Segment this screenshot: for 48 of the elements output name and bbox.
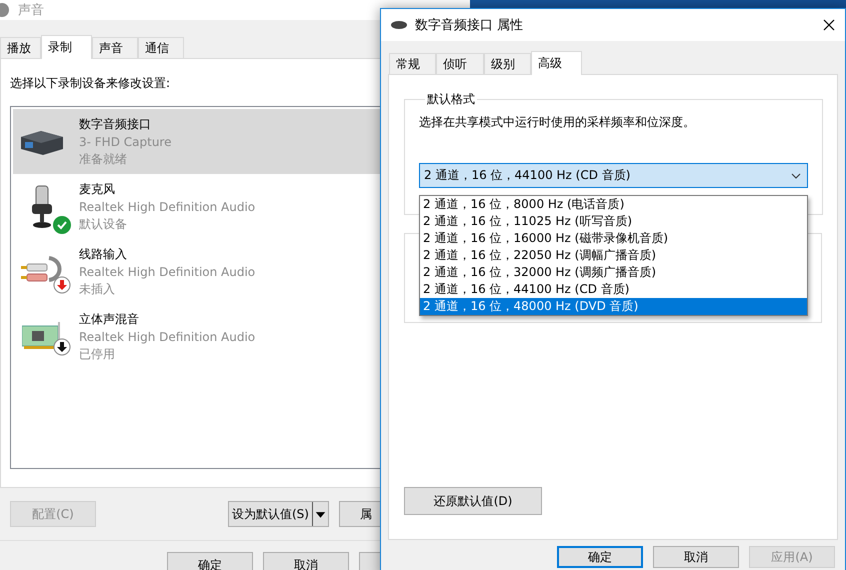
dialog-button[interactable]: 取消 [653, 546, 739, 568]
dropdown-option[interactable]: 2 通道，16 位，22050 Hz (调幅广播音质) [420, 247, 807, 264]
device-driver: Realtek High Definition Audio [79, 330, 256, 344]
set-default-button[interactable]: 设为默认值(S) [228, 501, 329, 527]
close-icon[interactable] [823, 19, 835, 31]
device-name: 麦克风 [79, 180, 116, 198]
dropdown-option[interactable]: 2 通道，16 位，32000 Hz (调频广播音质) [420, 264, 807, 281]
device-status: 已停用 [79, 346, 116, 362]
dialog-button[interactable]: 确定 [557, 546, 643, 568]
dropdown-option[interactable]: 2 通道，16 位，48000 Hz (DVD 音质) [420, 298, 807, 315]
window-title: 声音 [18, 2, 45, 19]
dropdown-option[interactable]: 2 通道，16 位，16000 Hz (磁带录像机音质) [420, 230, 807, 247]
button[interactable]: 属 [339, 501, 380, 527]
group-label: 默认格式 [426, 91, 476, 108]
tab[interactable]: 录制 [41, 35, 92, 59]
dropdown-option[interactable]: 2 通道，16 位，44100 Hz (CD 音质) [420, 281, 807, 298]
down-arrow-badge-icon [53, 338, 71, 356]
tab[interactable]: 常规 [389, 53, 436, 74]
dropdown-arrow-icon[interactable] [312, 502, 328, 526]
tab[interactable]: 侦听 [436, 53, 484, 74]
dialog-button[interactable]: 确定 [167, 552, 253, 570]
sound-card-icon [22, 322, 62, 352]
window-title: 数字音频接口 属性 [415, 17, 524, 34]
format-dropdown[interactable]: 2 通道，16 位，44100 Hz (CD 音质) [419, 163, 808, 188]
device-status: 准备就绪 [79, 150, 128, 168]
speaker-icon [0, 3, 10, 17]
tab[interactable]: 高级 [531, 51, 582, 75]
device-status: 默认设备 [79, 216, 128, 232]
tab[interactable]: 声音 [92, 37, 138, 58]
device-status: 未插入 [79, 280, 116, 298]
device-driver: Realtek High Definition Audio [79, 200, 256, 214]
device-driver: 3- FHD Capture [79, 134, 172, 148]
tab[interactable]: 播放 [0, 37, 41, 58]
device-name: 线路输入 [79, 246, 128, 262]
instruction-text: 选择以下录制设备来修改设置: [10, 75, 172, 92]
tab[interactable]: 通信 [138, 37, 184, 58]
device-name: 立体声混音 [79, 310, 140, 328]
dropdown-option[interactable]: 2 通道，16 位，8000 Hz (电话音质) [420, 196, 807, 213]
tab[interactable]: 级别 [484, 53, 531, 74]
down-arrow-badge-icon [53, 276, 71, 294]
dialog-button[interactable]: 取消 [263, 552, 349, 570]
dropdown-option[interactable]: 2 通道，16 位，11025 Hz (听写音质) [420, 213, 807, 230]
device-driver: Realtek High Definition Audio [79, 264, 256, 278]
device-icon [391, 20, 407, 30]
restore-defaults-button[interactable]: 还原默认值(D) [404, 487, 542, 515]
device-name: 数字音频接口 [79, 116, 152, 132]
check-badge-icon [53, 216, 71, 234]
chevron-down-icon [791, 172, 801, 178]
